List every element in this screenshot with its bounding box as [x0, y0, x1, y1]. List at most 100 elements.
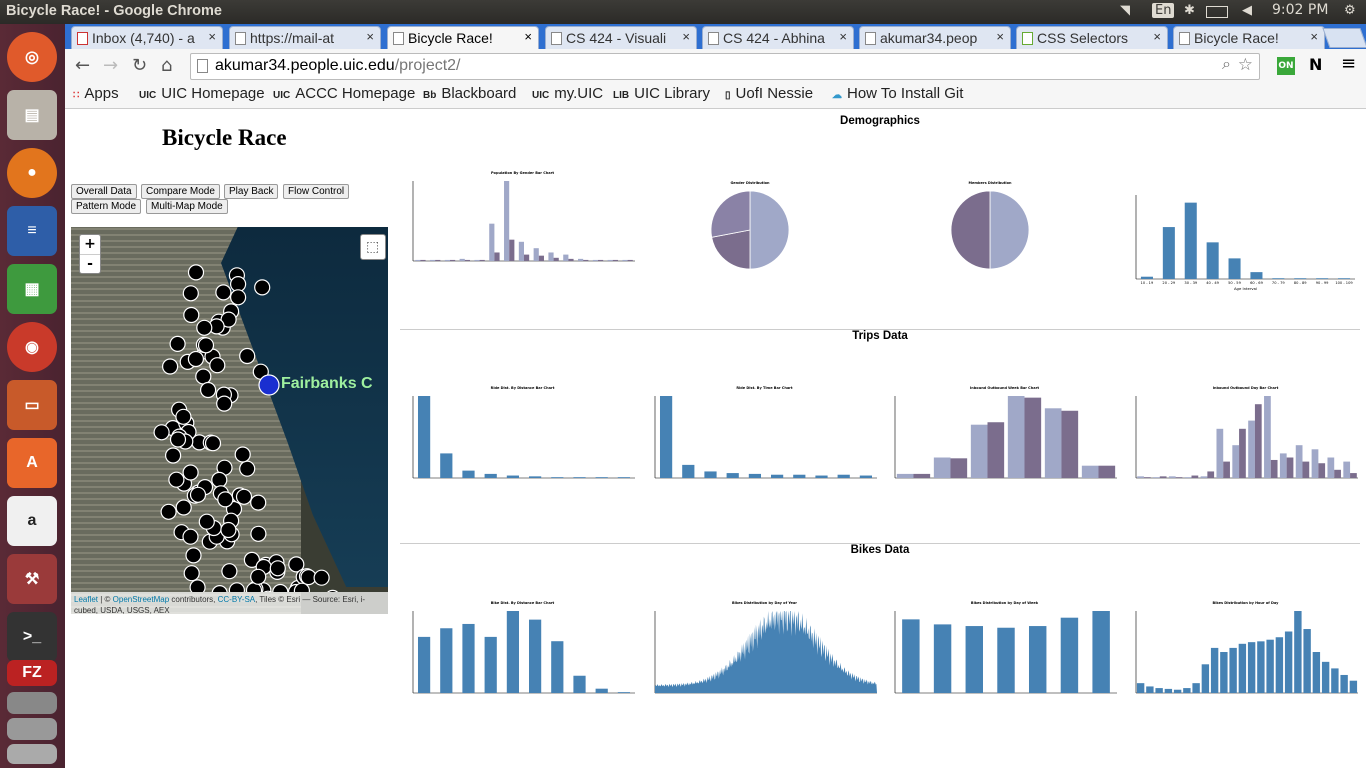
firefox-icon[interactable]: ●	[7, 148, 57, 198]
close-icon[interactable]: ×	[366, 29, 374, 44]
tab-akumar34[interactable]: akumar34.peop ×	[859, 26, 1011, 49]
chrome-icon[interactable]: ◉	[7, 322, 57, 372]
terminal-icon[interactable]: >_	[7, 612, 57, 662]
address-bar[interactable]: akumar34.people.uic.edu/project2/ ⌕ ☆	[190, 53, 1260, 80]
close-icon[interactable]: ×	[208, 29, 216, 44]
play-back-button[interactable]: Play Back	[224, 184, 279, 199]
chart-bar	[997, 627, 1015, 693]
menu-icon[interactable]: ≡	[1341, 53, 1356, 74]
cc-by-sa-link[interactable]: CC-BY-SA	[218, 595, 256, 604]
bookmark-star-icon[interactable]: ☆	[1238, 55, 1253, 75]
bookmark-accc-homepage[interactable]: UIC ACCC Homepage	[273, 85, 415, 102]
ubuntu-logo-icon[interactable]: ◎	[7, 32, 57, 82]
extension-on-icon[interactable]: ON	[1277, 57, 1295, 75]
reload-icon[interactable]: ↻	[132, 55, 147, 76]
station-marker	[183, 565, 200, 582]
chart-bar	[1216, 428, 1224, 478]
tab-mail[interactable]: https://mail-at ×	[229, 26, 381, 49]
multi-map-mode-button[interactable]: Multi-Map Mode	[146, 199, 228, 214]
bluetooth-icon[interactable]: ✱	[1184, 3, 1195, 18]
wifi-icon[interactable]: ◥	[1120, 3, 1130, 18]
files-icon[interactable]: ▤	[7, 90, 57, 140]
pie-slice	[710, 190, 751, 238]
system-settings-icon[interactable]: ⚒	[7, 554, 57, 604]
page-info-icon[interactable]	[197, 59, 208, 73]
close-icon[interactable]: ×	[524, 29, 532, 44]
tab-bicycle-race-2[interactable]: Bicycle Race! ×	[1173, 26, 1325, 49]
station-map[interactable]: Fairbanks C + - ⬚ Leaflet | © OpenStreet…	[71, 227, 388, 614]
chart-bar	[563, 254, 569, 261]
bookmark-uic-homepage[interactable]: UIC UIC Homepage	[139, 85, 265, 102]
tab-inbox[interactable]: Inbox (4,740) - a ×	[71, 26, 223, 49]
tab-cs424-abhina[interactable]: CS 424 - Abhina ×	[702, 26, 854, 49]
impress-icon[interactable]: ▭	[7, 380, 57, 430]
chart-bar	[1232, 445, 1240, 478]
leaflet-link[interactable]: Leaflet	[74, 595, 98, 604]
onenote-clipper-icon[interactable]: N	[1309, 55, 1322, 74]
station-markers[interactable]	[71, 227, 388, 592]
pattern-mode-button[interactable]: Pattern Mode	[71, 199, 142, 214]
trash-icon[interactable]	[7, 744, 57, 764]
amazon-icon[interactable]: a	[7, 496, 57, 546]
zoom-in-button[interactable]: +	[80, 235, 100, 254]
station-marker	[189, 579, 206, 592]
bookmark-apps[interactable]: ∷ Apps	[73, 85, 119, 102]
chart-bar	[489, 223, 495, 261]
close-icon[interactable]: ×	[996, 29, 1004, 44]
workspace-icon[interactable]	[7, 718, 57, 740]
volume-icon[interactable]: ◀	[1242, 3, 1252, 18]
tab-bicycle-race-active[interactable]: Bicycle Race! ×	[387, 26, 539, 49]
calc-icon[interactable]: ▦	[7, 264, 57, 314]
close-icon[interactable]: ×	[682, 29, 690, 44]
tick-label: 100 - 109	[1335, 281, 1353, 285]
library-icon: LIB	[613, 90, 630, 101]
filezilla-icon[interactable]: FZ	[7, 660, 57, 686]
chart-bar	[617, 692, 630, 693]
compare-mode-button[interactable]: Compare Mode	[141, 184, 220, 199]
app-icon[interactable]	[7, 692, 57, 714]
chart-bar	[474, 259, 480, 261]
tab-cs424-visual[interactable]: CS 424 - Visuali ×	[545, 26, 697, 49]
tick-label: 80 - 89	[1294, 281, 1307, 285]
pie-slice	[950, 190, 991, 269]
layers-control[interactable]: ⬚	[360, 234, 386, 260]
battery-icon[interactable]	[1206, 6, 1228, 18]
station-marker	[211, 471, 228, 488]
bookmark-install-git[interactable]: ☁ How To Install Git	[832, 85, 963, 102]
url-host: akumar34.people.uic.edu	[215, 57, 395, 74]
search-icon[interactable]: ⌕	[1222, 56, 1231, 74]
os-top-panel: Bicycle Race! - Google Chrome ◥ En ✱ ◀ 9…	[0, 0, 1366, 24]
forward-arrow-icon[interactable]: →	[103, 55, 118, 76]
station-marker	[209, 357, 226, 374]
chart-bar	[417, 396, 431, 478]
home-icon[interactable]: ⌂	[161, 55, 172, 76]
chart-bar	[484, 636, 497, 693]
writer-icon[interactable]: ≡	[7, 206, 57, 256]
chart-bar	[1272, 278, 1285, 279]
axis-label: Age Interval	[1234, 286, 1257, 291]
tab-css-selectors[interactable]: CSS Selectors ×	[1016, 26, 1168, 49]
chart-bar	[568, 258, 574, 261]
bookmark-blackboard[interactable]: Bb Blackboard	[423, 85, 516, 102]
close-icon[interactable]: ×	[839, 29, 847, 44]
close-icon[interactable]: ×	[1153, 29, 1161, 44]
chart-bar	[1318, 463, 1326, 478]
tick-label: 60 - 69	[1250, 281, 1263, 285]
overall-data-button[interactable]: Overall Data	[71, 184, 137, 199]
software-center-icon[interactable]: A	[7, 438, 57, 488]
chart-bar	[1184, 477, 1192, 478]
bike-distance-chart: Bike Dist. By Distance Bar Chart	[412, 601, 635, 694]
settings-gear-icon[interactable]: ⚙	[1344, 3, 1356, 18]
clock[interactable]: 9:02 PM	[1272, 2, 1328, 18]
bookmark-uic-library[interactable]: LIB UIC Library	[613, 85, 710, 102]
zoom-out-button[interactable]: -	[80, 254, 100, 274]
flow-control-button[interactable]: Flow Control	[283, 184, 350, 199]
back-arrow-icon[interactable]: ←	[75, 55, 90, 76]
close-icon[interactable]: ×	[1310, 29, 1318, 44]
osm-link[interactable]: OpenStreetMap	[113, 595, 169, 604]
new-tab-button[interactable]	[1322, 28, 1366, 48]
keyboard-language[interactable]: En	[1152, 3, 1175, 18]
bookmark-uofi-nessie[interactable]: ▯ UofI Nessie	[725, 85, 813, 102]
bookmark-my-uic[interactable]: UIC my.UIC	[532, 85, 603, 102]
chart-bar	[1191, 475, 1199, 478]
